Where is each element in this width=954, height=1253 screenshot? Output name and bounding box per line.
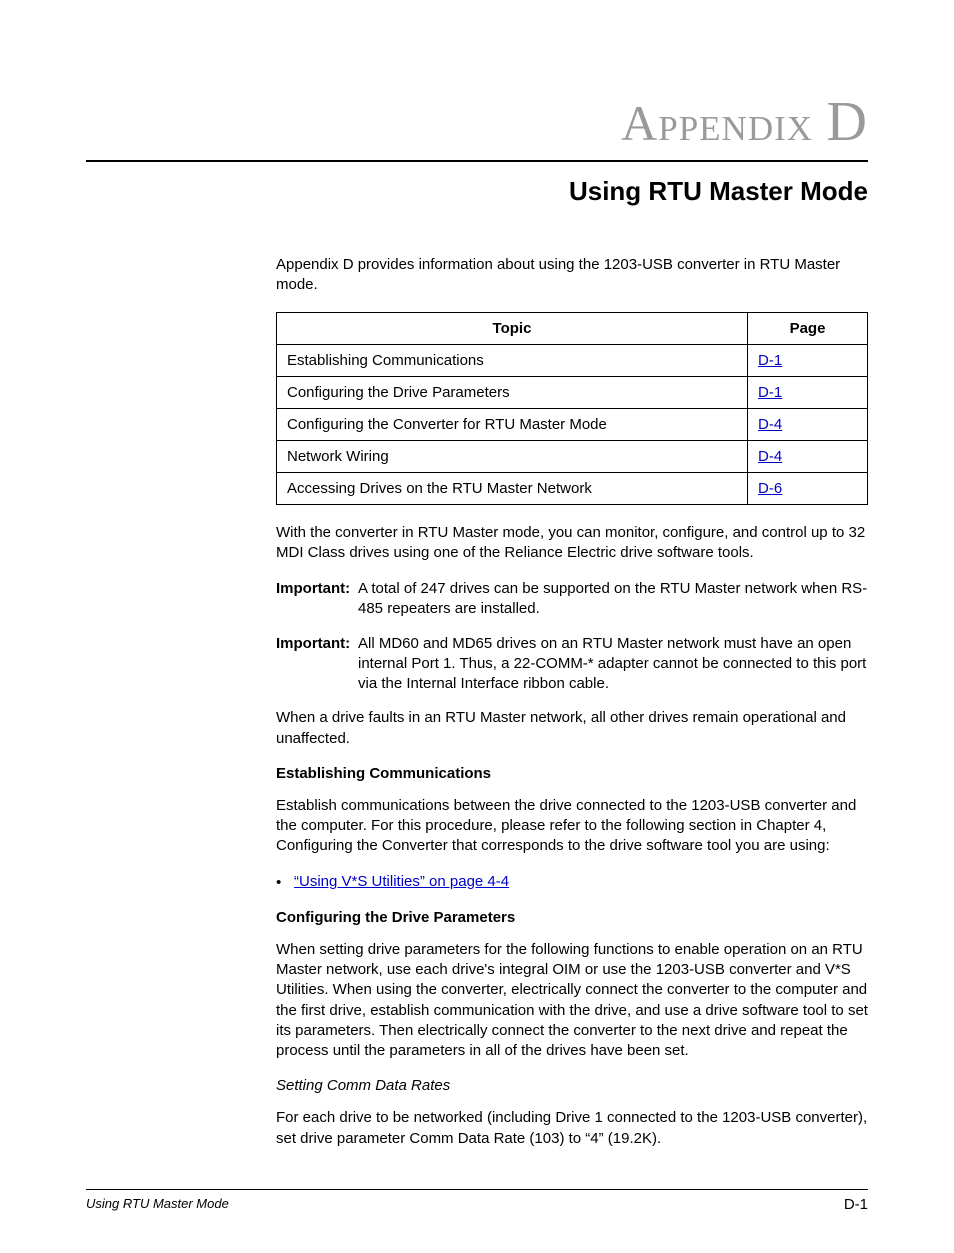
toc-page-link[interactable]: D-6 [758,480,782,497]
rates-body: For each drive to be networked (includin… [276,1108,868,1149]
important-text: A total of 247 drives can be supported o… [358,579,868,620]
appendix-letter: D [827,91,868,153]
toc-page-link[interactable]: D-4 [758,416,782,433]
footer-page-number: D-1 [844,1196,868,1213]
bullet-icon: • [276,873,294,893]
appendix-word: Appendix [621,95,813,151]
paragraph-after-toc: With the converter in RTU Master mode, y… [276,523,868,564]
configuring-body: When setting drive parameters for the fo… [276,940,868,1062]
intro-paragraph: Appendix D provides information about us… [276,255,868,296]
toc-page-link[interactable]: D-1 [758,352,782,369]
important-note-1: Important: A total of 247 drives can be … [276,579,868,620]
toc-topic: Accessing Drives on the RTU Master Netwo… [277,472,748,504]
table-row: Establishing Communications D-1 [277,344,868,376]
toc-table: Topic Page Establishing Communications D… [276,312,868,505]
table-row: Accessing Drives on the RTU Master Netwo… [277,472,868,504]
important-text: All MD60 and MD65 drives on an RTU Maste… [358,634,868,695]
table-row: Network Wiring D-4 [277,440,868,472]
toc-topic: Configuring the Drive Parameters [277,376,748,408]
appendix-title: Appendix D [86,90,868,154]
page-subtitle: Using RTU Master Mode [86,176,868,207]
content-area: Appendix D provides information about us… [276,255,868,1149]
important-note-2: Important: All MD60 and MD65 drives on a… [276,634,868,695]
section-heading-configuring: Configuring the Drive Parameters [276,909,868,926]
toc-page-link[interactable]: D-4 [758,448,782,465]
toc-head-page: Page [748,312,868,344]
subsection-heading-rates: Setting Comm Data Rates [276,1077,868,1094]
toc-topic: Configuring the Converter for RTU Master… [277,408,748,440]
toc-head-topic: Topic [277,312,748,344]
toc-topic: Network Wiring [277,440,748,472]
title-rule [86,160,868,162]
bullet-item: • “Using V*S Utilities” on page 4-4 [276,873,868,893]
section-heading-establishing: Establishing Communications [276,765,868,782]
table-row: Configuring the Converter for RTU Master… [277,408,868,440]
table-row: Configuring the Drive Parameters D-1 [277,376,868,408]
toc-topic: Establishing Communications [277,344,748,376]
page-footer: Using RTU Master Mode D-1 [86,1189,868,1213]
important-label: Important: [276,579,358,620]
toc-page-link[interactable]: D-1 [758,384,782,401]
vs-utilities-link[interactable]: “Using V*S Utilities” on page 4-4 [294,873,509,890]
footer-left: Using RTU Master Mode [86,1196,229,1213]
footer-rule [86,1189,868,1190]
establishing-body: Establish communications between the dri… [276,796,868,857]
fault-paragraph: When a drive faults in an RTU Master net… [276,708,868,749]
important-label: Important: [276,634,358,695]
